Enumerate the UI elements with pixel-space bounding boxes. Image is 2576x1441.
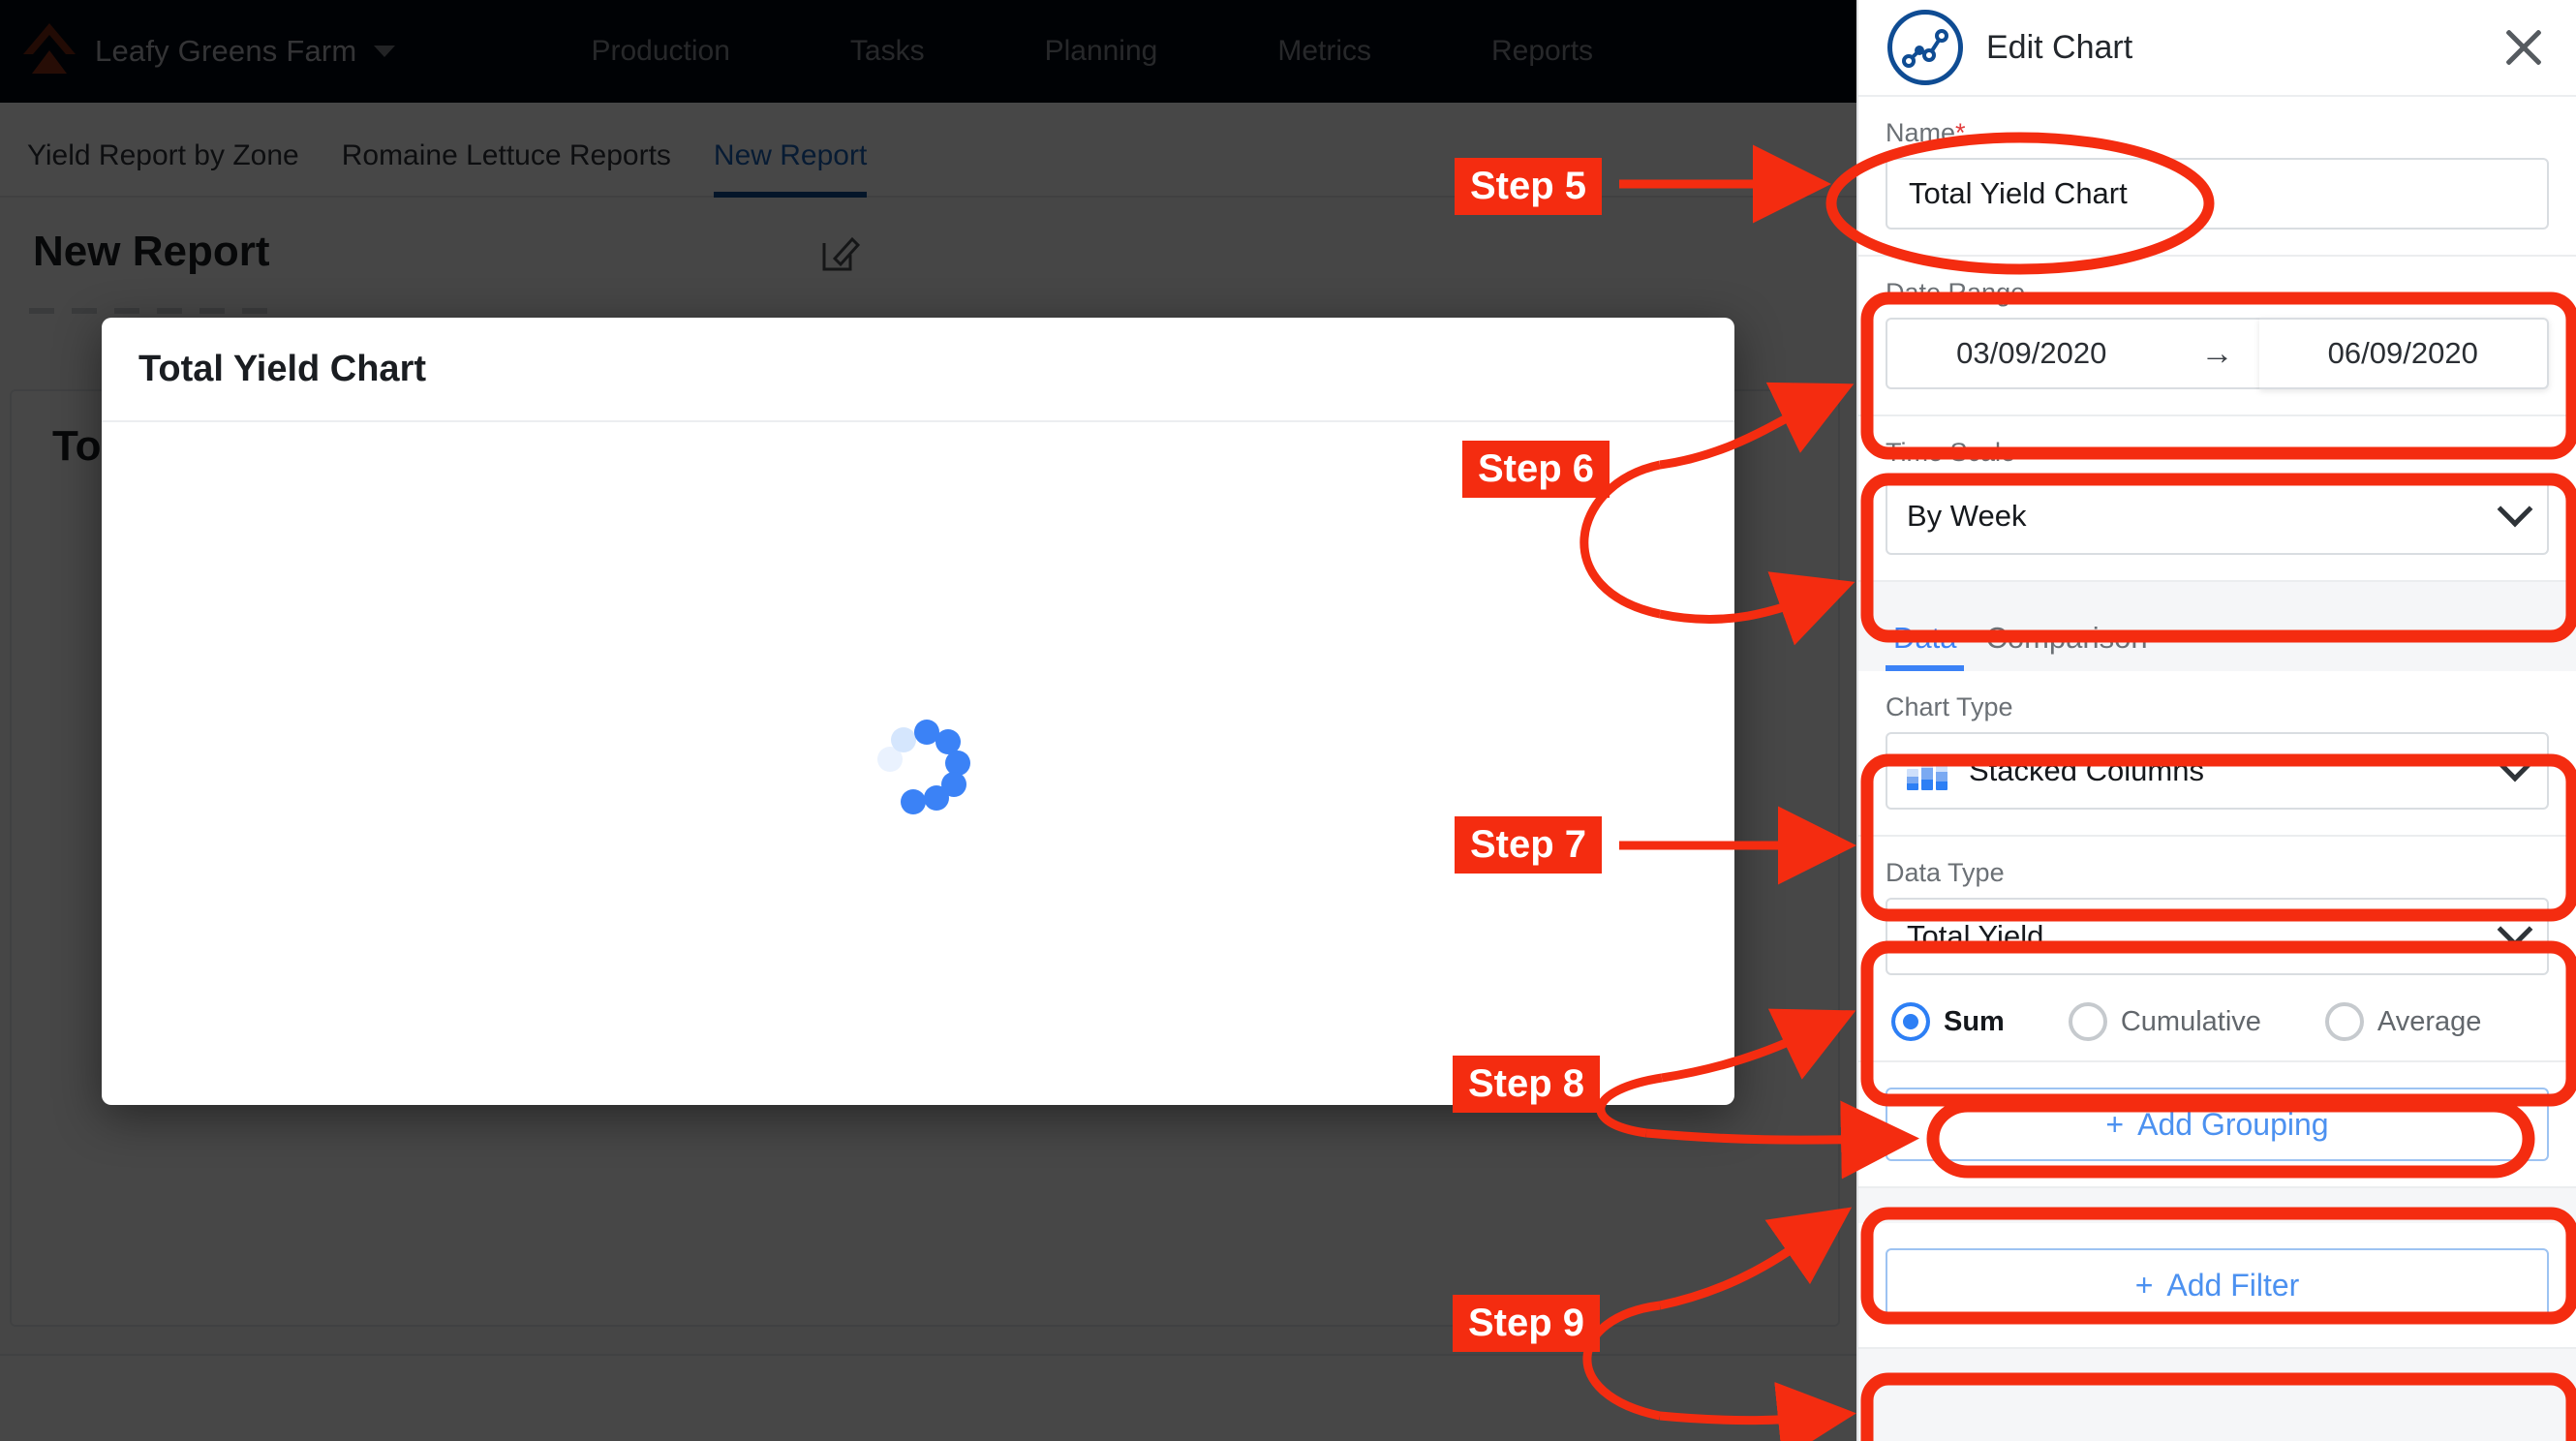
- aggregation-radio-group: Sum Cumulative Average: [1858, 989, 2576, 1062]
- chevron-down-icon: [2497, 911, 2533, 948]
- chart-type-value: Stacked Columns: [1969, 753, 2204, 787]
- edit-chart-panel-title: Edit Chart: [1986, 28, 2133, 66]
- date-range-label: Date Range: [1886, 278, 2026, 307]
- loading-spinner-icon: [872, 718, 970, 814]
- add-filter-label: Add Filter: [2166, 1267, 2300, 1303]
- data-type-section: Data Type Total Yield: [1858, 837, 2576, 989]
- name-input[interactable]: Total Yield Chart: [1886, 158, 2549, 230]
- name-label: Name*: [1886, 118, 2549, 148]
- data-type-value: Total Yield: [1907, 919, 2044, 953]
- edit-chart-panel: Edit Chart Name* Total Yield Chart Date …: [1856, 0, 2576, 1441]
- screen-root: Leafy Greens Farm Production Tasks Plann…: [0, 0, 2576, 1441]
- name-label-text: Name: [1886, 118, 1956, 147]
- radio-dot-icon: [2324, 1002, 2364, 1041]
- aggregation-option-average-label: Average: [2377, 1005, 2482, 1037]
- time-scale-select[interactable]: By Week: [1886, 477, 2549, 555]
- panel-spacer: [1858, 1188, 2576, 1223]
- chart-preview-modal-header: Total Yield Chart: [102, 318, 1734, 422]
- date-range-arrow-icon: →: [2175, 318, 2259, 389]
- chart-preview-modal-title: Total Yield Chart: [138, 348, 427, 389]
- stacked-columns-icon: [1907, 751, 1949, 790]
- add-filter-button[interactable]: + Add Filter: [1886, 1248, 2549, 1322]
- chart-preview-modal: Total Yield Chart: [102, 318, 1734, 1105]
- chart-type-label: Chart Type: [1886, 692, 2013, 721]
- plus-icon: +: [2105, 1106, 2125, 1142]
- panel-tabs: Data Comparison: [1858, 582, 2576, 671]
- add-filter-section: + Add Filter: [1858, 1223, 2576, 1349]
- chevron-down-icon: [2497, 491, 2533, 528]
- date-range-end-input[interactable]: 06/09/2020: [2258, 318, 2549, 389]
- aggregation-option-sum[interactable]: Sum: [1891, 1002, 2005, 1041]
- required-marker: *: [1955, 118, 1966, 147]
- add-grouping-label: Add Grouping: [2137, 1106, 2329, 1142]
- chart-preview-modal-body: [102, 422, 1734, 1105]
- time-scale-value: By Week: [1907, 499, 2027, 533]
- chart-type-section: Chart Type Stacked Columns: [1858, 671, 2576, 837]
- aggregation-option-cumulative-label: Cumulative: [2120, 1005, 2261, 1037]
- panel-tab-data[interactable]: Data: [1886, 621, 1965, 671]
- radio-dot-icon: [2068, 1002, 2107, 1041]
- line-chart-circle-icon: [1887, 10, 1963, 85]
- aggregation-option-average[interactable]: Average: [2324, 1002, 2482, 1041]
- panel-tab-comparison[interactable]: Comparison: [1978, 621, 2155, 671]
- plus-icon: +: [2134, 1267, 2154, 1303]
- aggregation-option-cumulative[interactable]: Cumulative: [2068, 1002, 2261, 1041]
- add-grouping-section: + Add Grouping: [1858, 1062, 2576, 1188]
- aggregation-option-sum-label: Sum: [1944, 1005, 2005, 1037]
- data-type-select[interactable]: Total Yield: [1886, 898, 2549, 975]
- date-range-start-input[interactable]: 03/09/2020: [1886, 318, 2176, 389]
- radio-dot-selected-icon: [1891, 1002, 1930, 1041]
- date-range-row: 03/09/2020 → 06/09/2020: [1886, 318, 2549, 389]
- edit-chart-panel-header: Edit Chart: [1858, 0, 2576, 97]
- data-type-label: Data Type: [1886, 858, 2005, 887]
- time-scale-section: Time Scale By Week: [1858, 416, 2576, 582]
- date-range-section: Date Range 03/09/2020 → 06/09/2020: [1858, 257, 2576, 416]
- time-scale-label: Time Scale: [1886, 438, 2016, 467]
- chevron-down-icon: [2497, 746, 2533, 782]
- add-grouping-button[interactable]: + Add Grouping: [1886, 1088, 2549, 1161]
- chart-type-select[interactable]: Stacked Columns: [1886, 732, 2549, 810]
- name-section: Name* Total Yield Chart: [1858, 97, 2576, 257]
- close-icon[interactable]: [2500, 24, 2547, 71]
